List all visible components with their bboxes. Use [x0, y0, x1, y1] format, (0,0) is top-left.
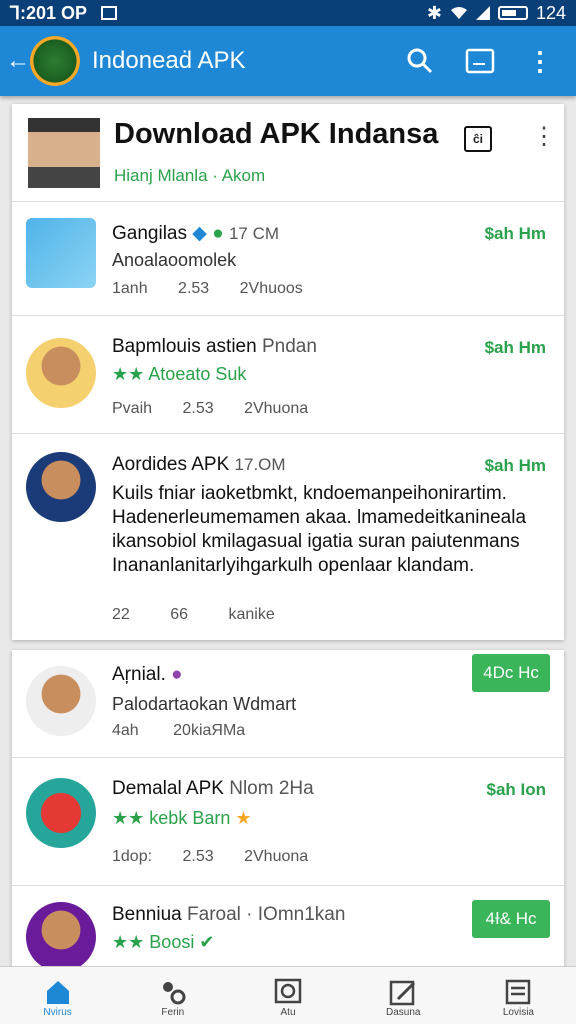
signal-icon — [475, 6, 490, 20]
app-description: Kuils fniar iaoketbmkt, kndoemanpeihonir… — [112, 483, 527, 576]
meta-1: 1anh — [112, 280, 148, 297]
meta-3: 2Vhuona — [244, 848, 309, 865]
list-item[interactable]: Demalal APK Nlom 2Ha ★★ kebk Barn ★ 1dop… — [12, 758, 564, 886]
list-item[interactable]: Aordides APK 17.OM Kuils fniar iaoketbmk… — [12, 434, 564, 640]
app-avatar — [26, 452, 96, 522]
rating-stars: ★★ — [112, 932, 145, 952]
gallery-icon — [101, 6, 118, 20]
meta-2: 20kiaЯMa — [173, 722, 246, 739]
page-header: Download APK Indansa Hianj Mlanla · Akom… — [12, 104, 564, 202]
page-title: Download APK Indansa — [114, 118, 439, 150]
nav-chat[interactable]: Atu — [230, 967, 345, 1024]
app-extra: Pndan — [261, 336, 317, 357]
nav-label: Dasuna — [385, 1007, 421, 1018]
status-bar: Ꞁ:201 OP ✱ 124 — [0, 0, 576, 26]
nav-categories[interactable]: Ferin — [115, 967, 230, 1024]
bluetooth-icon: ✱ — [426, 2, 442, 23]
nav-updates[interactable]: Dasuna — [346, 967, 461, 1024]
app-avatar — [26, 666, 96, 736]
rating-stars: ★★ — [112, 364, 145, 384]
app-subtitle: Atoeato Suk — [148, 364, 247, 384]
price-label[interactable]: $ah Hm — [485, 338, 546, 358]
app-subtitle: kebk Barn — [149, 808, 231, 828]
page-subtitle: Hianj Mlanla · Akom — [114, 166, 266, 185]
price-label[interactable]: $ah Hm — [485, 456, 546, 476]
install-button[interactable]: 4Ɨ& Hc — [472, 900, 550, 938]
app-extra: Faroal · IOmn1kan — [187, 904, 346, 925]
app-avatar — [26, 902, 96, 972]
app-name: Benniua — [112, 904, 182, 925]
home-icon — [46, 981, 69, 1004]
app-name: Aŗnial. — [112, 664, 166, 685]
list-icon — [506, 979, 531, 1005]
header-avatar — [28, 118, 100, 188]
list-item[interactable]: Bapmlouis astien Pndan ★★ Atoeato Suk Pv… — [12, 316, 564, 434]
categories-icon — [162, 982, 186, 1005]
nav-label: Lovisia — [502, 1007, 534, 1018]
app-size: 17.OM — [234, 455, 286, 474]
nav-label: Nvirus — [43, 1007, 72, 1018]
check-icon: ✔ — [199, 932, 215, 952]
meta-2: 66 — [170, 606, 189, 623]
overflow-menu-icon[interactable]: ⋮ — [524, 45, 556, 77]
app-name: Gangilas — [112, 223, 187, 244]
bottom-nav: Nvirus Ferin Atu Dasuna Lovisia — [0, 966, 576, 1024]
nav-library[interactable]: Lovisia — [461, 967, 576, 1024]
badge-icon: ● — [171, 664, 183, 685]
list-item[interactable]: Gangilas ◆ ● 17 CM Anoalaoomolek 1anh 2.… — [12, 202, 564, 316]
meta-1: Pvaih — [112, 400, 153, 417]
chat-icon — [274, 978, 302, 1004]
meta-2: 2.53 — [182, 400, 214, 417]
second-card: Aŗnial. ● Palodartaokan Wdmart 4ah 20kia… — [12, 650, 564, 980]
app-subtitle: Boosi — [149, 932, 195, 952]
app-name: Aordides APK — [112, 454, 230, 475]
price-label[interactable]: $ah Hm — [485, 224, 546, 244]
meta-3: 2Vhuona — [244, 400, 309, 417]
calendar-icon[interactable]: ĉi — [464, 126, 492, 152]
rating-stars: ★★ — [112, 808, 145, 828]
status-time: Ꞁ:201 OP — [10, 2, 88, 23]
meta-1: 4ah — [112, 722, 139, 739]
app-icon — [26, 218, 96, 288]
app-name: Bapmlouis astien — [112, 336, 257, 357]
app-icon — [26, 778, 96, 848]
cast-icon[interactable] — [464, 45, 496, 77]
meta-3: 2Vhuoos — [239, 280, 303, 297]
nav-label: Ferin — [161, 1007, 185, 1018]
search-icon[interactable] — [404, 45, 436, 77]
verified-icon: ◆ — [192, 223, 207, 244]
badge-icon: ● — [212, 223, 224, 244]
more-options-icon[interactable]: ⋮ — [532, 122, 556, 152]
app-subtitle: Anoalaoomolek — [112, 250, 237, 270]
meta-1: 1dop: — [112, 848, 153, 865]
app-subtitle: Palodartaokan Wdmart — [112, 694, 297, 714]
back-arrow-icon[interactable]: ← — [6, 47, 30, 75]
nav-home[interactable]: Nvirus — [0, 967, 115, 1024]
app-name: Demalal APK — [112, 778, 224, 799]
app-extra: Nlom 2Ha — [229, 778, 314, 799]
battery-label: 124 — [535, 2, 566, 23]
meta-3: kanike — [228, 606, 275, 623]
battery-icon — [497, 6, 528, 20]
star-icon: ★ — [235, 808, 252, 828]
app-title: Indoneaḋ APK — [92, 47, 246, 74]
list-item[interactable]: Aŗnial. ● Palodartaokan Wdmart 4ah 20kia… — [12, 650, 564, 758]
meta-2: 2.53 — [178, 280, 210, 297]
meta-2: 2.53 — [182, 848, 214, 865]
install-button[interactable]: 4Dc Hc — [472, 654, 550, 692]
app-logo — [30, 36, 80, 86]
wifi-icon — [450, 7, 467, 19]
meta-1: 22 — [112, 606, 130, 623]
app-avatar — [26, 338, 96, 408]
edit-icon — [389, 980, 416, 1006]
price-label[interactable]: $ah Ion — [486, 780, 546, 800]
app-size: 17 CM — [228, 224, 280, 243]
app-bar: ← Indoneaḋ APK ⋮ — [0, 26, 576, 96]
main-card: Download APK Indansa Hianj Mlanla · Akom… — [12, 104, 564, 640]
nav-label: Atu — [280, 1007, 296, 1018]
